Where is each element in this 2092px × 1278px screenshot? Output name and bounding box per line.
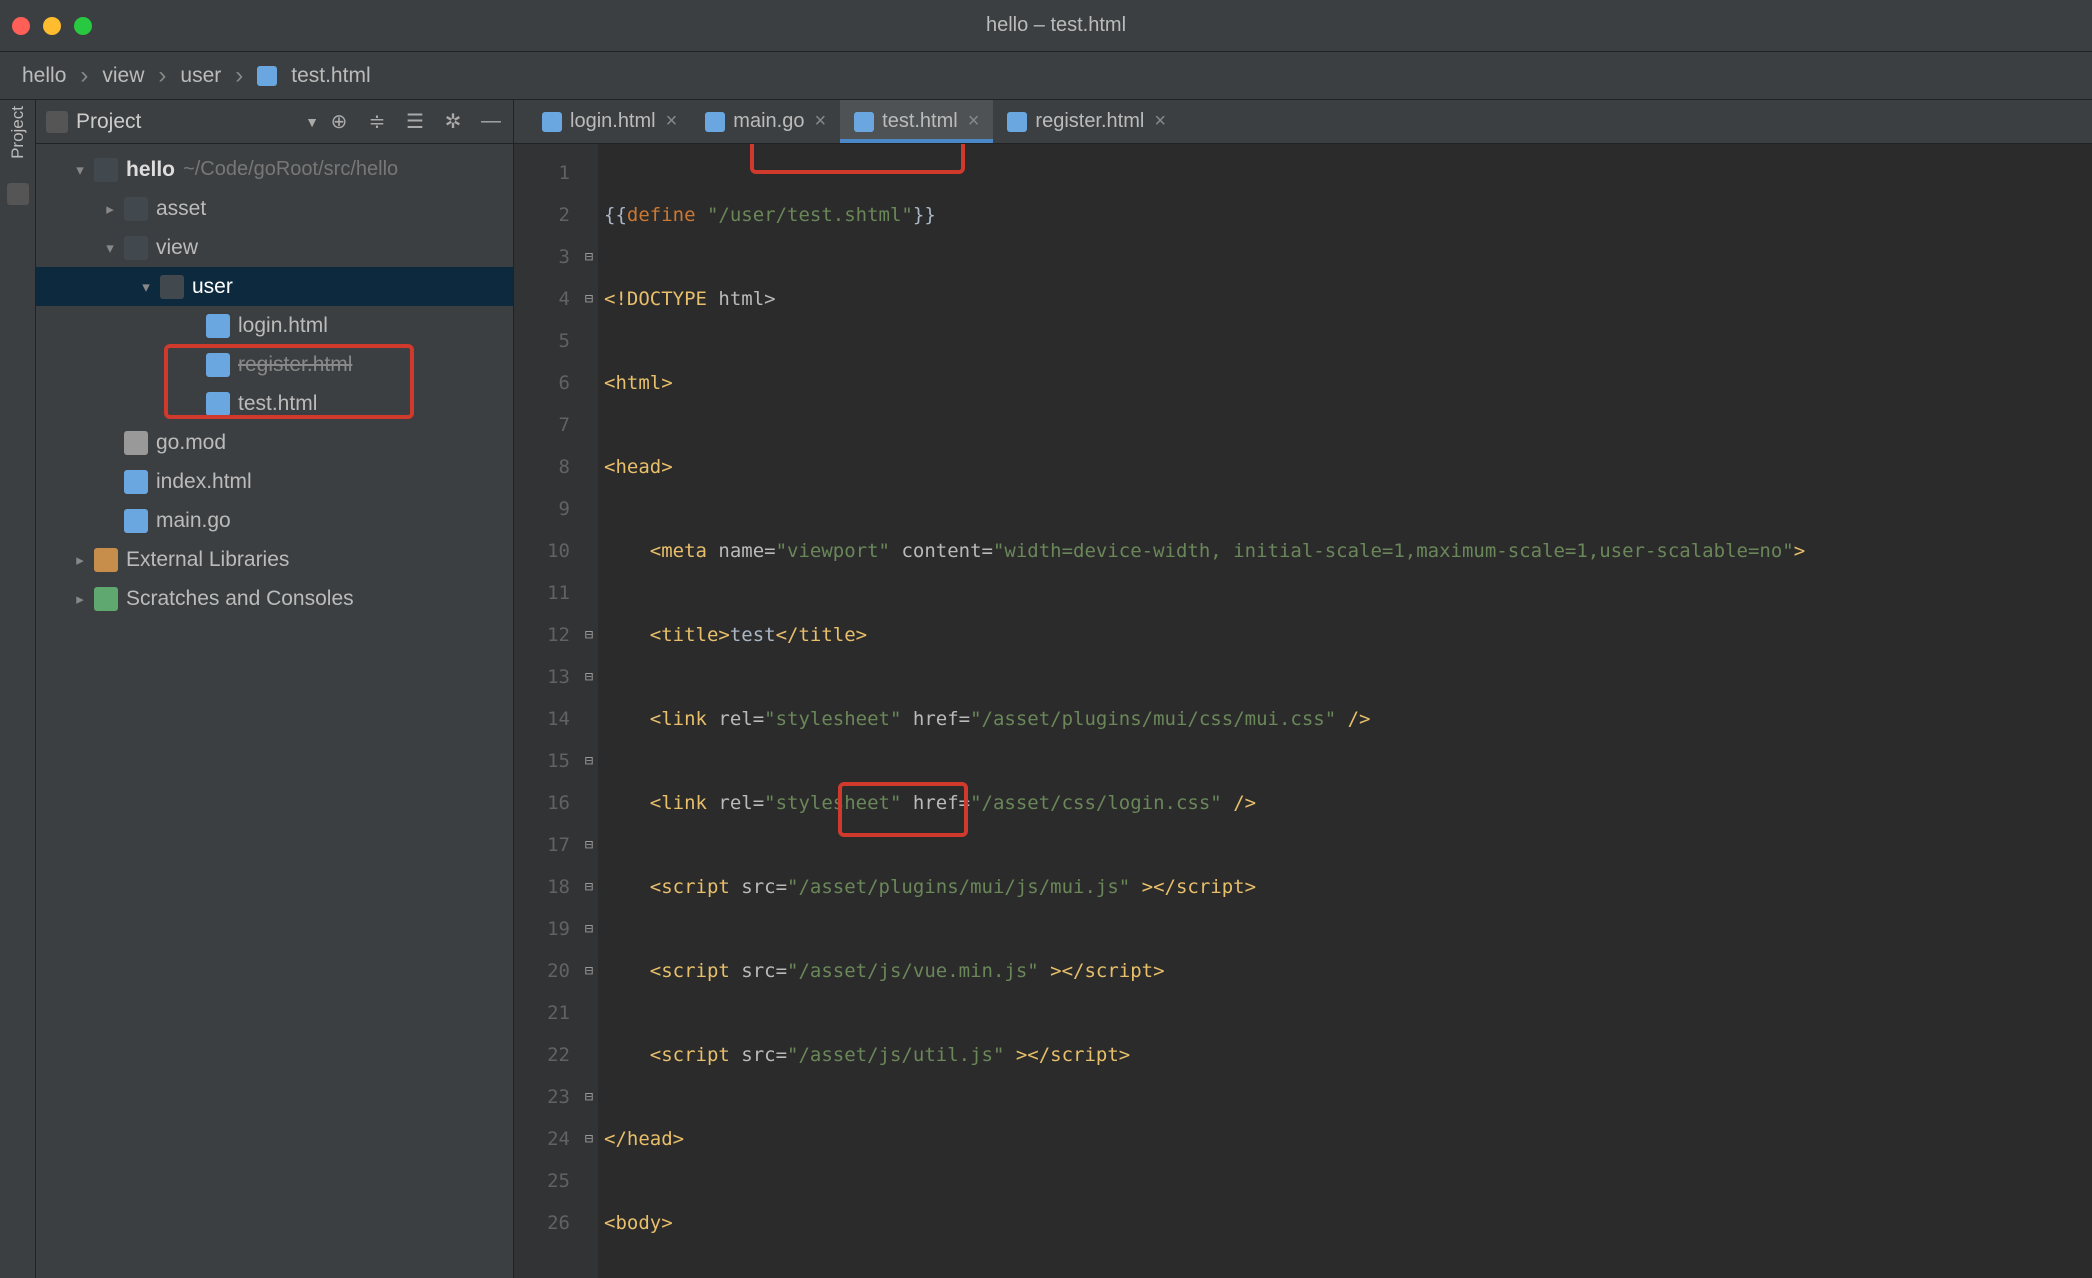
- tree-item-label: asset: [156, 197, 206, 221]
- tree-item-label: user: [192, 275, 233, 299]
- minimize-window-icon[interactable]: [43, 17, 61, 35]
- expand-all-icon[interactable]: ≑: [365, 110, 389, 134]
- bookmarks-tool-icon[interactable]: [7, 183, 29, 205]
- go-file-icon: [124, 509, 148, 533]
- folder-icon: [160, 275, 184, 299]
- tree-file-index[interactable]: index.html: [36, 462, 513, 501]
- editor-area: login.html × main.go × test.html × regis…: [514, 100, 2092, 1278]
- close-icon[interactable]: ×: [968, 110, 980, 133]
- chevron-down-icon[interactable]: ▾: [70, 161, 90, 179]
- tree-folder-asset[interactable]: ▸ asset: [36, 189, 513, 228]
- project-icon: [46, 111, 68, 133]
- tree-file-login[interactable]: login.html: [36, 306, 513, 345]
- tree-file-maingo[interactable]: main.go: [36, 501, 513, 540]
- close-window-icon[interactable]: [12, 17, 30, 35]
- project-panel-title: Project: [76, 110, 297, 134]
- tree-file-test[interactable]: test.html: [36, 384, 513, 423]
- html-file-icon: [206, 392, 230, 416]
- close-icon[interactable]: ×: [1154, 110, 1166, 133]
- tree-folder-view[interactable]: ▾ view: [36, 228, 513, 267]
- tree-file-register[interactable]: register.html: [36, 345, 513, 384]
- chevron-down-icon[interactable]: ▾: [136, 278, 156, 296]
- window-titlebar: hello – test.html: [0, 0, 2092, 52]
- tree-item-label: External Libraries: [126, 548, 289, 572]
- traffic-lights: [12, 17, 92, 35]
- tree-external-libraries[interactable]: ▸ External Libraries: [36, 540, 513, 579]
- tree-item-label: main.go: [156, 509, 231, 533]
- breadcrumb-item[interactable]: view: [102, 64, 144, 88]
- project-panel: Project ▼ ⊕ ≑ ☰ ✲ — ▾ hello ~/Code/goRoo…: [36, 100, 514, 1278]
- dropdown-icon[interactable]: ▼: [305, 114, 319, 130]
- chevron-down-icon[interactable]: ▾: [100, 239, 120, 257]
- html-file-icon: [542, 112, 562, 132]
- tree-item-label: login.html: [238, 314, 328, 338]
- maximize-window-icon[interactable]: [74, 17, 92, 35]
- settings-gear-icon[interactable]: ✲: [441, 110, 465, 134]
- tree-file-gomod[interactable]: go.mod: [36, 423, 513, 462]
- chevron-right-icon[interactable]: ▸: [70, 551, 90, 569]
- collapse-all-icon[interactable]: ☰: [403, 110, 427, 134]
- chevron-right-icon: [231, 62, 247, 90]
- html-file-icon: [854, 112, 874, 132]
- breadcrumb-item[interactable]: hello: [22, 64, 66, 88]
- gomod-file-icon: [124, 431, 148, 455]
- scratch-icon: [94, 587, 118, 611]
- go-file-icon: [705, 112, 725, 132]
- tab-label: login.html: [570, 110, 656, 133]
- tab-maingo[interactable]: main.go ×: [691, 100, 840, 143]
- tree-path-suffix: ~/Code/goRoot/src/hello: [183, 158, 398, 181]
- project-tool-tab[interactable]: Project: [8, 106, 28, 159]
- close-icon[interactable]: ×: [666, 110, 678, 133]
- breadcrumb-item[interactable]: test.html: [291, 64, 370, 88]
- tree-item-label: register.html: [238, 353, 352, 377]
- project-panel-header: Project ▼ ⊕ ≑ ☰ ✲ —: [36, 100, 513, 144]
- tab-test[interactable]: test.html ×: [840, 100, 993, 143]
- close-icon[interactable]: ×: [814, 110, 826, 133]
- tab-login[interactable]: login.html ×: [528, 100, 691, 143]
- breadcrumb-item[interactable]: user: [180, 64, 221, 88]
- tree-item-label: test.html: [238, 392, 317, 416]
- code-editor[interactable]: 1234567891011121314151617181920212223242…: [514, 144, 2092, 1278]
- project-tree[interactable]: ▾ hello ~/Code/goRoot/src/hello ▸ asset …: [36, 144, 513, 1278]
- locate-icon[interactable]: ⊕: [327, 110, 351, 134]
- tree-folder-user[interactable]: ▾ user: [36, 267, 513, 306]
- tree-root[interactable]: ▾ hello ~/Code/goRoot/src/hello: [36, 150, 513, 189]
- code-content[interactable]: {{define "/user/test.shtml"}} <!DOCTYPE …: [598, 144, 2092, 1278]
- tree-item-label: view: [156, 236, 198, 260]
- editor-tabs: login.html × main.go × test.html × regis…: [514, 100, 2092, 144]
- html-file-icon: [257, 66, 277, 86]
- folder-icon: [124, 236, 148, 260]
- tree-scratches[interactable]: ▸ Scratches and Consoles: [36, 579, 513, 618]
- folder-icon: [124, 197, 148, 221]
- breadcrumb: hello view user test.html: [0, 52, 2092, 100]
- tab-label: test.html: [882, 110, 958, 133]
- tab-label: register.html: [1035, 110, 1144, 133]
- tree-item-label: index.html: [156, 470, 252, 494]
- tab-register[interactable]: register.html ×: [993, 100, 1180, 143]
- tree-item-label: hello: [126, 158, 175, 182]
- html-file-icon: [206, 353, 230, 377]
- chevron-right-icon: [76, 62, 92, 90]
- fold-gutter[interactable]: ⊟⊟⊟⊟⊟⊟⊟⊟⊟⊟⊟: [580, 144, 598, 1278]
- html-file-icon: [124, 470, 148, 494]
- tree-item-label: Scratches and Consoles: [126, 587, 354, 611]
- tree-item-label: go.mod: [156, 431, 226, 455]
- tool-window-bar: Project: [0, 100, 36, 1278]
- chevron-right-icon[interactable]: ▸: [100, 200, 120, 218]
- hide-panel-icon[interactable]: —: [479, 110, 503, 134]
- html-file-icon: [1007, 112, 1027, 132]
- chevron-right-icon: [154, 62, 170, 90]
- line-number-gutter: 1234567891011121314151617181920212223242…: [514, 144, 580, 1278]
- chevron-right-icon[interactable]: ▸: [70, 590, 90, 608]
- folder-icon: [94, 158, 118, 182]
- tab-label: main.go: [733, 110, 804, 133]
- window-title: hello – test.html: [92, 14, 2020, 37]
- project-toolbar: ⊕ ≑ ☰ ✲ —: [327, 110, 503, 134]
- library-icon: [94, 548, 118, 572]
- html-file-icon: [206, 314, 230, 338]
